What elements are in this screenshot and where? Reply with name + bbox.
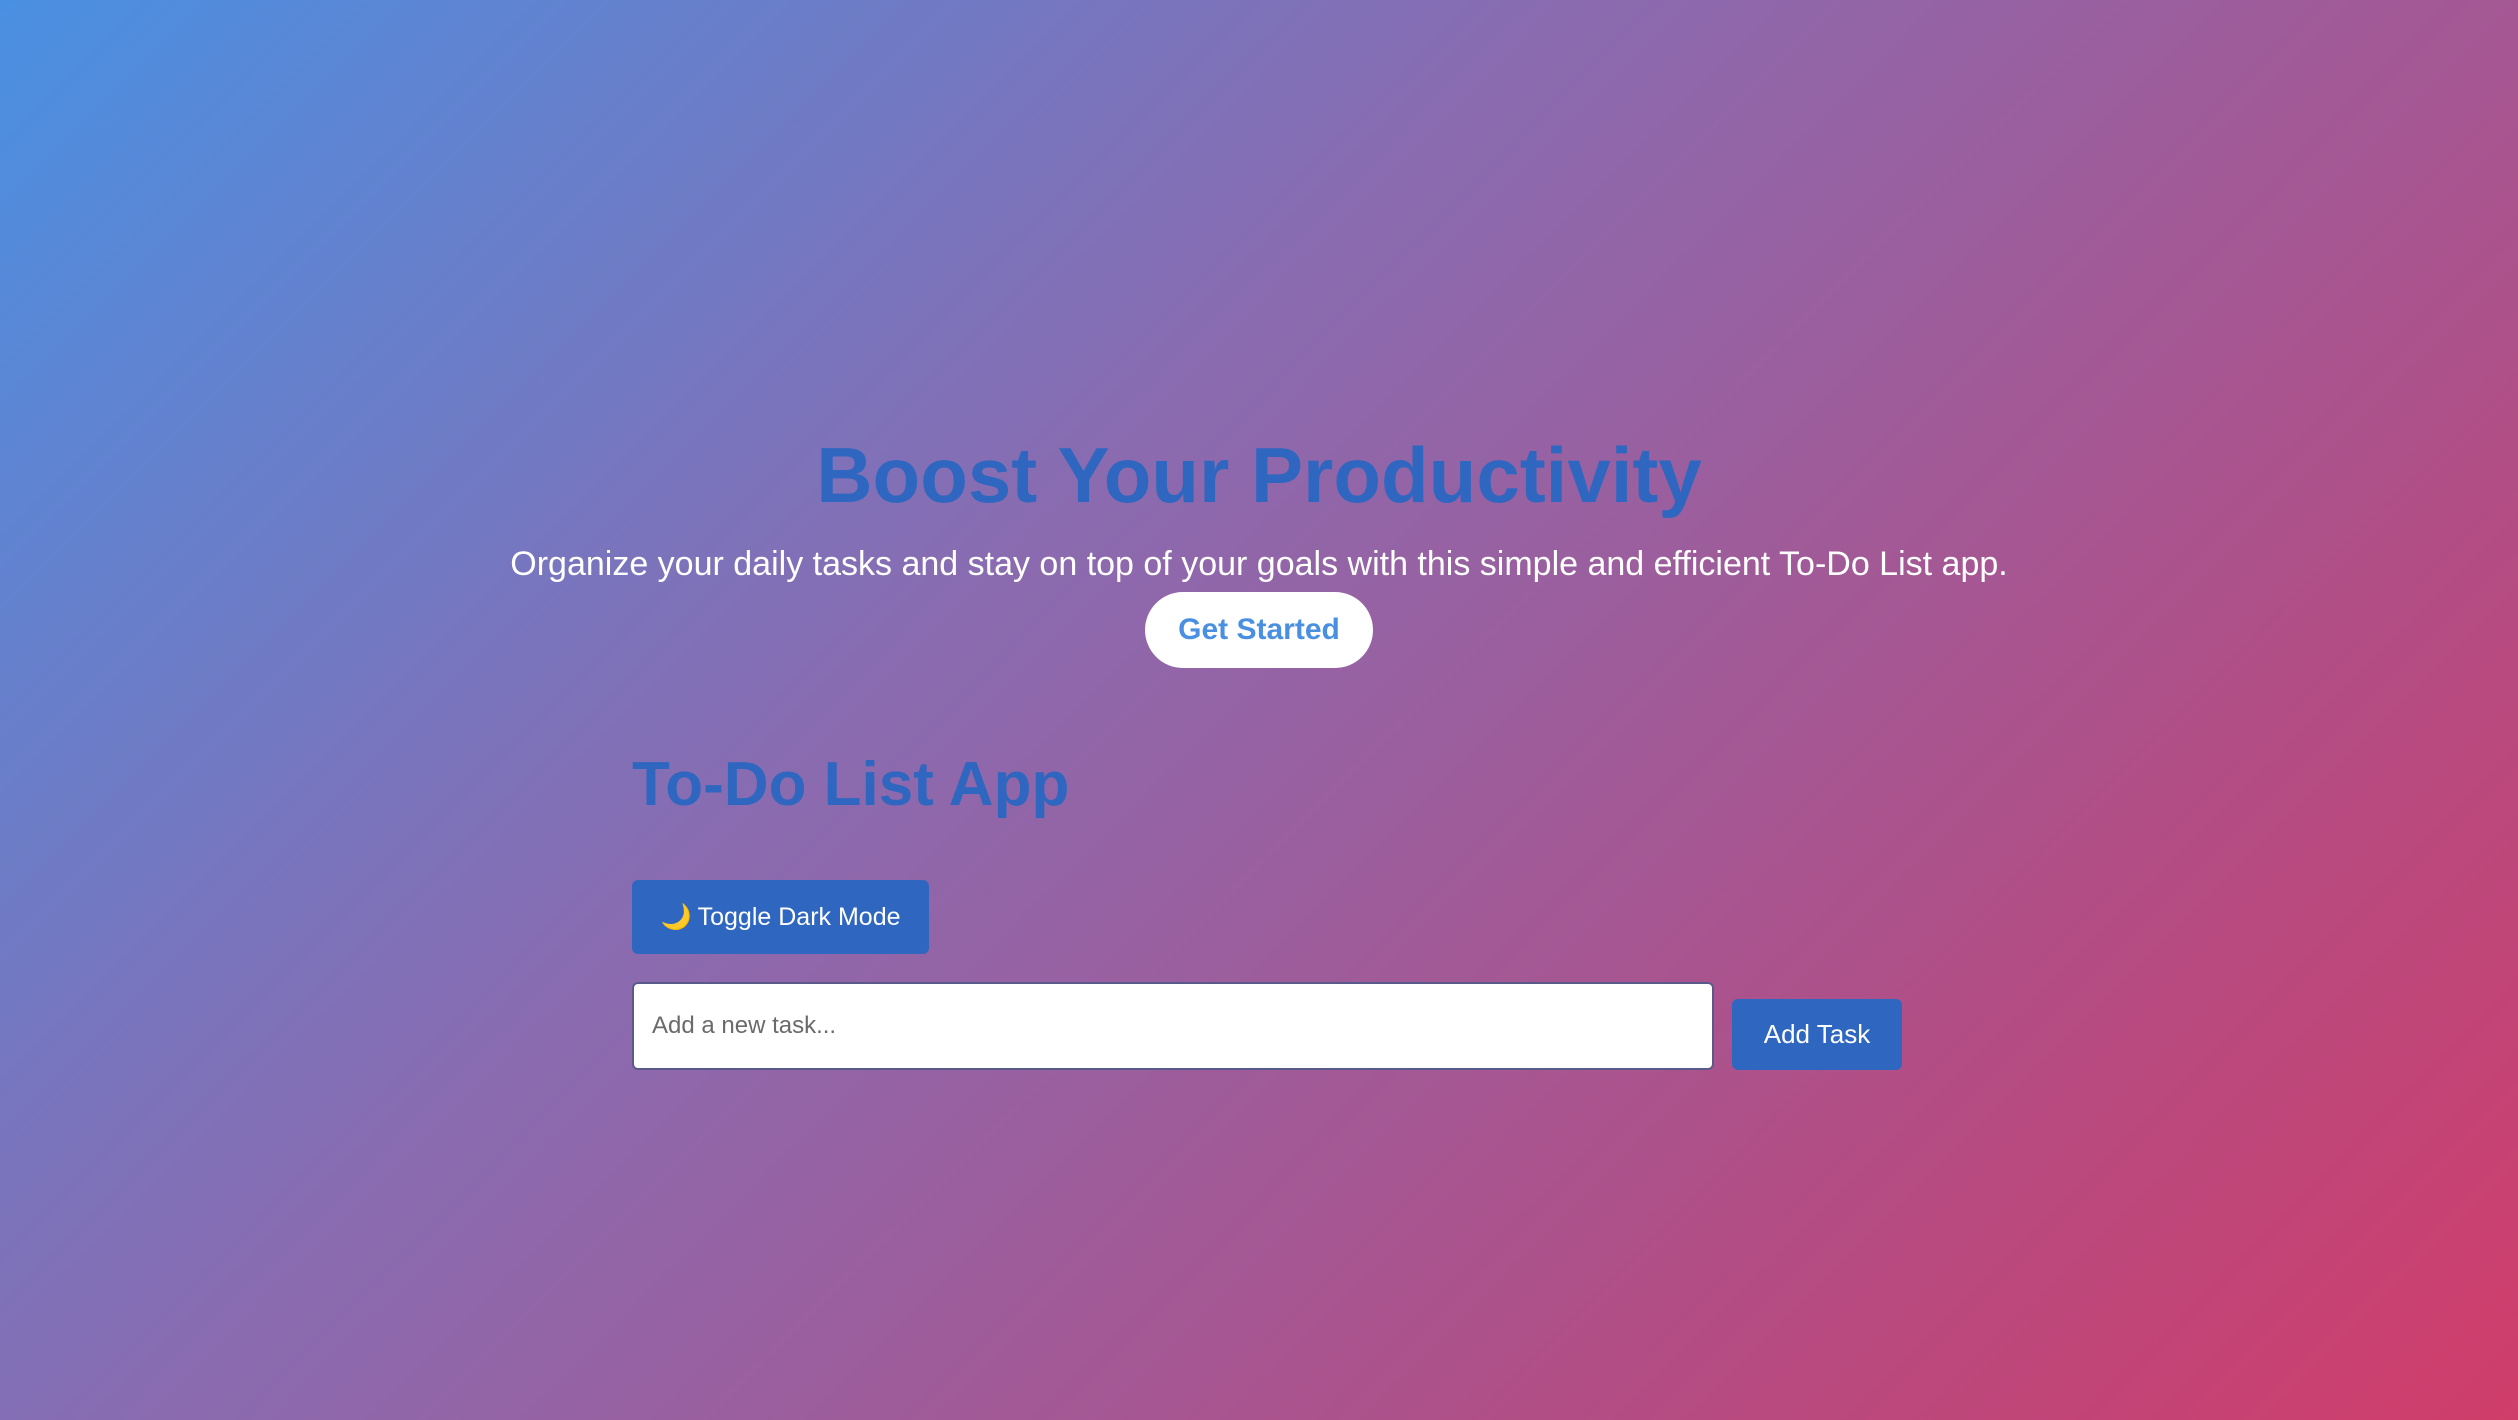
todo-app: To-Do List App 🌙 Toggle Dark Mode Add Ta… bbox=[632, 740, 1902, 1070]
get-started-button[interactable]: Get Started bbox=[1145, 592, 1373, 668]
new-task-input[interactable] bbox=[632, 982, 1714, 1070]
hero-title: Boost Your Productivity bbox=[816, 431, 1702, 519]
hero-section: Boost Your Productivity Organize your da… bbox=[0, 420, 2518, 668]
hero-subtitle: Organize your daily tasks and stay on to… bbox=[510, 545, 2008, 583]
add-task-button[interactable]: Add Task bbox=[1732, 999, 1902, 1070]
task-input-row: Add Task bbox=[632, 982, 1902, 1070]
app-title: To-Do List App bbox=[632, 750, 1070, 819]
toggle-dark-mode-button[interactable]: 🌙 Toggle Dark Mode bbox=[632, 880, 929, 954]
toggle-dark-mode-label: Toggle Dark Mode bbox=[697, 902, 901, 931]
moon-icon: 🌙 bbox=[660, 902, 692, 931]
